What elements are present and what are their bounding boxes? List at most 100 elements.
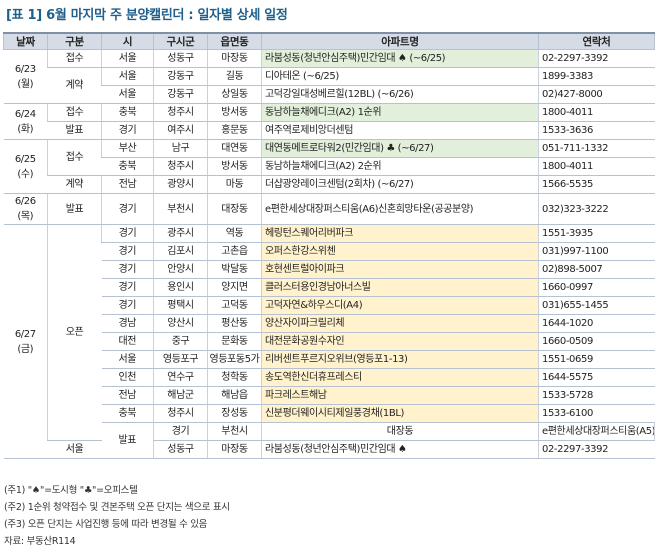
category-cell: 오픈 bbox=[47, 224, 102, 441]
contact-cell: 1533-3636 bbox=[538, 121, 655, 140]
city-cell: 서울 bbox=[101, 85, 154, 104]
town-cell: 길동 bbox=[207, 67, 262, 86]
table-row: 서울 영등포구 영등포동5가 리버센트푸르지오위브(영등포1-13) 1551-0659 bbox=[4, 350, 655, 369]
table-row: 6/23 (월) 접수 서울 성동구 마장동 라붐성동(청년안심주택)민간임대 ♠ (~6/… bbox=[3, 49, 655, 104]
apartment-name-cell: 헤링턴스퀘어리버파크 bbox=[261, 224, 539, 243]
table-row: 6/27 (금) 오픈 경기 광주시 역동 헤링턴스퀘어리버파크 1551-3935 bbox=[3, 224, 655, 459]
district-cell: 영등포구 bbox=[153, 350, 208, 369]
city-cell: 충북 bbox=[101, 404, 154, 423]
apartment-name-cell: 양산자이파크릴리체 bbox=[261, 314, 539, 333]
town-cell: 홍문동 bbox=[207, 121, 262, 140]
header-date: 날짜 bbox=[3, 32, 48, 50]
apartment-name-cell: 오퍼스한강스위첸 bbox=[261, 242, 539, 261]
table-row: 서울 성동구 마장동 라붐성동(청년안심주택)민간임대 ♠ 02-2297-3392 bbox=[4, 440, 655, 459]
city-cell: 전남 bbox=[101, 386, 154, 405]
source-note: 자료: 부동산R114 bbox=[4, 536, 76, 547]
city-cell: 서울 bbox=[101, 350, 154, 369]
table-body: 6/23 (월) 접수 서울 성동구 마장동 라붐성동(청년안심주택)민간임대 ♠ (~6/… bbox=[3, 49, 655, 459]
city-cell: 부산 bbox=[101, 139, 154, 158]
town-cell: 역동 bbox=[207, 224, 262, 243]
city-cell: 전남 bbox=[101, 175, 154, 194]
contact-cell: 1644-5575 bbox=[538, 368, 655, 387]
table-row: 경남 양산시 평산동 양산자이파크릴리체 1644-1020 bbox=[4, 314, 655, 333]
contact-cell: 1660-0509 bbox=[538, 332, 655, 351]
category-cell: 접수 bbox=[47, 49, 102, 68]
table-row: 경기 안양시 박달동 호현센트럴아이파크 02)898-5007 bbox=[4, 260, 655, 279]
table-row: 6/26 (목) 발표 경기 부천시 대장동 e편한세상대장퍼스티움(A6)신혼희망타운(공… bbox=[3, 193, 655, 225]
city-cell: 경기 bbox=[101, 193, 154, 225]
town-cell: 양지면 bbox=[207, 278, 262, 297]
district-cell: 양산시 bbox=[153, 314, 208, 333]
town-cell: 방서동 bbox=[207, 103, 262, 122]
city-cell: 충북 bbox=[101, 157, 154, 176]
town-cell: 고덕동 bbox=[207, 296, 262, 315]
contact-cell: 031)655-1455 bbox=[538, 296, 655, 315]
apartment-name-cell: 호현센트럴아이파크 bbox=[261, 260, 539, 279]
contact-cell: 1800-4011 bbox=[538, 157, 655, 176]
apartment-name-cell: 더샵광양레이크센텀(2회차) (~6/27) bbox=[261, 175, 539, 194]
town-cell: 마장동 bbox=[207, 49, 262, 68]
apartment-name-cell: 파크레스트해남 bbox=[261, 386, 539, 405]
town-cell: 평산동 bbox=[207, 314, 262, 333]
apartment-name-cell: 대전문화공원수자인 bbox=[261, 332, 539, 351]
table-row: 전남 해남군 해남읍 파크레스트해남 1533-5728 bbox=[4, 386, 655, 405]
district-cell: 광주시 bbox=[153, 224, 208, 243]
table-row: 인천 연수구 청학동 송도역한신더휴프레스티 1644-5575 bbox=[4, 368, 655, 387]
footnote-3: (주3) 오픈 단지는 사업진행 등에 따라 변경될 수 있음 bbox=[4, 519, 208, 530]
contact-cell: 1644-1020 bbox=[538, 314, 655, 333]
table-row: 6/25 (수) 접수 부산 남구 대연동 대연동메트로타워2(민간임대) ♣ (~6/27… bbox=[3, 139, 655, 194]
district-cell: 평택시 bbox=[153, 296, 208, 315]
apartment-name-cell: 리버센트푸르지오위브(영등포1-13) bbox=[261, 350, 539, 369]
town-cell: 청학동 bbox=[207, 368, 262, 387]
town-cell: 문화동 bbox=[207, 332, 262, 351]
apartment-name-cell: 라붐성동(청년안심주택)민간임대 ♠ (~6/25) bbox=[261, 49, 539, 68]
district-cell: 청주시 bbox=[153, 157, 208, 176]
apartment-name-cell: 라붐성동(청년안심주택)민간임대 ♠ bbox=[261, 440, 539, 459]
city-cell: 경기 bbox=[153, 422, 208, 441]
contact-cell: 1566-5535 bbox=[538, 175, 655, 194]
district-cell: 강동구 bbox=[153, 85, 208, 104]
town-cell: 대장동 bbox=[207, 193, 262, 225]
header-apartment: 아파트명 bbox=[261, 32, 539, 50]
category-cell: 발표 bbox=[47, 121, 102, 140]
town-cell: 고촌읍 bbox=[207, 242, 262, 261]
city-cell: 인천 bbox=[101, 368, 154, 387]
table-row: 계약 전남 광양시 마동 더샵광양레이크센텀(2회차) (~6/27) 1566-5535 bbox=[4, 175, 655, 194]
district-cell: 해남군 bbox=[153, 386, 208, 405]
city-cell: 경남 bbox=[101, 314, 154, 333]
apartment-name-cell: 동남하늘채에디크(A2) 2순위 bbox=[261, 157, 539, 176]
town-cell: 박달동 bbox=[207, 260, 262, 279]
city-cell: 경기 bbox=[101, 121, 154, 140]
town-cell: 마동 bbox=[207, 175, 262, 194]
category-cell: 발표 bbox=[101, 422, 154, 459]
contact-cell: 031)997-1100 bbox=[538, 242, 655, 261]
apartment-name-cell: e편한세상대장퍼스티움(A6)신혼희망타운(공공분양) bbox=[261, 193, 539, 225]
category-cell: 계약 bbox=[47, 175, 102, 194]
table-row: 발표 경기 여주시 홍문동 여주역로제비앙더센텀 1533-3636 bbox=[4, 121, 655, 140]
page-title: [표 1] 6월 마지막 주 분양캘린더 : 일자별 상세 일정 bbox=[6, 8, 288, 23]
apartment-name-cell: 신분평더웨이시티제일풍경채(1BL) bbox=[261, 404, 539, 423]
contact-cell: 051-711-1332 bbox=[538, 139, 655, 158]
date-cell: 6/24 (화) bbox=[3, 103, 48, 140]
header-district: 구시군 bbox=[153, 32, 208, 50]
town-cell: 마장동 bbox=[207, 440, 262, 459]
table-row: 경기 김포시 고촌읍 오퍼스한강스위첸 031)997-1100 bbox=[4, 242, 655, 261]
apartment-name-cell: 송도역한신더휴프레스티 bbox=[261, 368, 539, 387]
category-cell: 계약 bbox=[47, 67, 102, 104]
contact-cell: 02-2297-3392 bbox=[538, 440, 655, 459]
apartment-name-cell: 동남하늘채에디크(A2) 1순위 bbox=[261, 103, 539, 122]
city-cell: 대전 bbox=[101, 332, 154, 351]
table-row: 계약 서울 강동구 길동 디아테온 (~6/25) 1899-3383 bbox=[4, 67, 655, 104]
contact-cell: 1660-0997 bbox=[538, 278, 655, 297]
city-cell: 경기 bbox=[101, 260, 154, 279]
contact-cell: 02)427-8000 bbox=[538, 85, 655, 104]
city-cell: 충북 bbox=[101, 103, 154, 122]
apartment-name-cell: 클러스터용인경남아너스빌 bbox=[261, 278, 539, 297]
category-cell: 발표 bbox=[47, 193, 102, 225]
district-cell: 김포시 bbox=[153, 242, 208, 261]
table-row: 서울 강동구 상일동 고덕강일대성베르힐(12BL) (~6/26) 02)427-80… bbox=[4, 85, 655, 104]
apartment-name-cell: 대연동메트로타워2(민간임대) ♣ (~6/27) bbox=[261, 139, 539, 158]
district-cell: 부천시 bbox=[153, 193, 208, 225]
contact-cell: 02)898-5007 bbox=[538, 260, 655, 279]
table-row: 대전 중구 문화동 대전문화공원수자인 1660-0509 bbox=[4, 332, 655, 351]
